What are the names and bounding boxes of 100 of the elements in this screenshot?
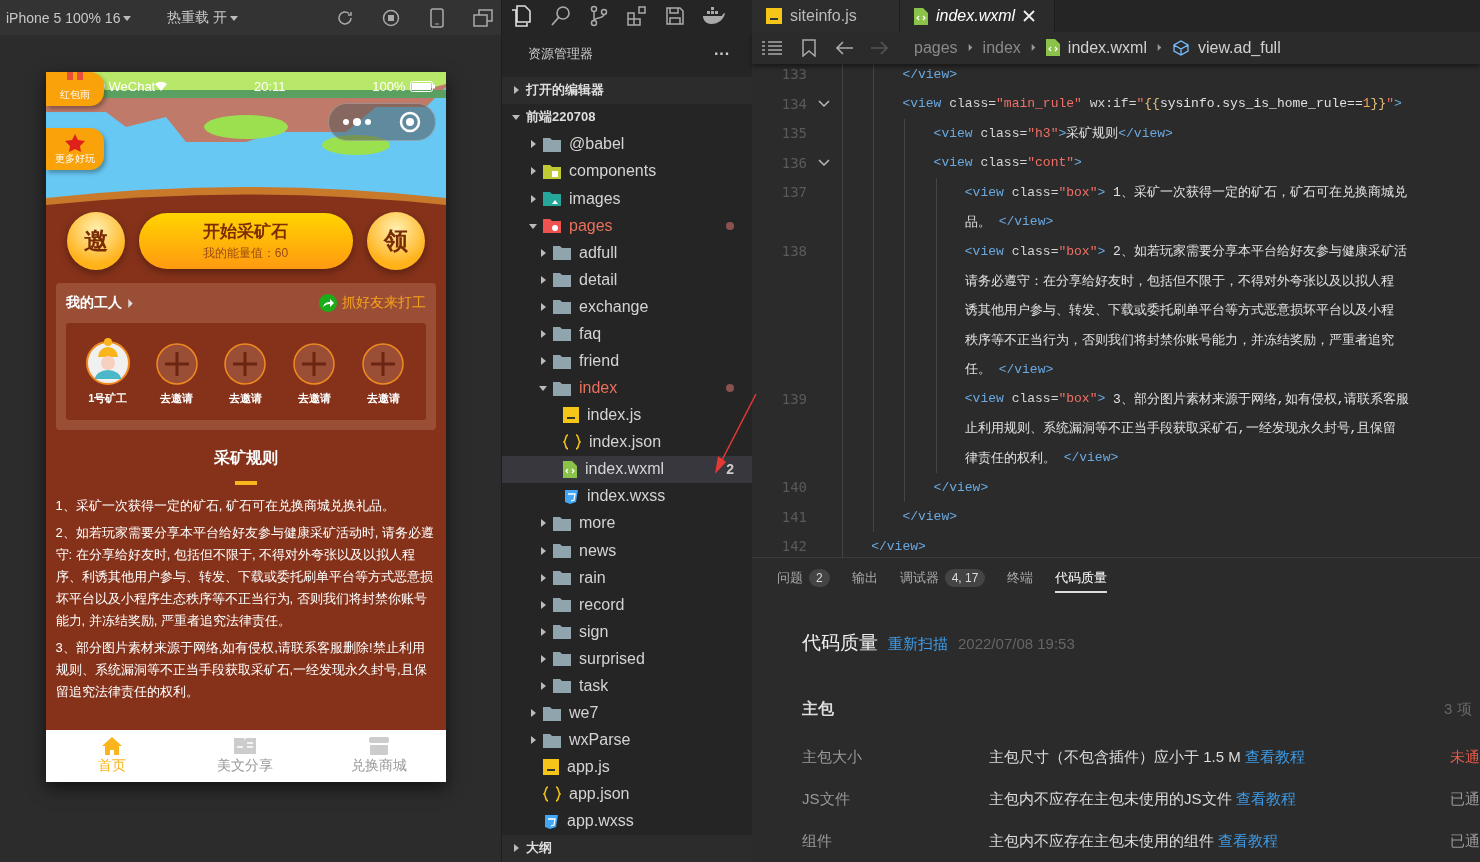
title-underline [234, 481, 257, 485]
file-tree-item[interactable]: adfull [502, 239, 752, 267]
bookmark-icon[interactable] [802, 38, 816, 57]
worker-slot[interactable]: 去邀请 [284, 337, 345, 406]
file-tree-item[interactable]: index.wxml 2 [502, 455, 752, 483]
check-status: 已通 [1450, 831, 1480, 851]
breadcrumb-item[interactable]: view.ad_full [1172, 38, 1281, 57]
section-header[interactable]: 大纲 [502, 834, 752, 862]
editor-tab[interactable]: siteinfo.js [752, 0, 900, 32]
breadcrumb-item[interactable]: index [982, 38, 1021, 57]
file-tree-item[interactable]: pages [502, 212, 752, 240]
file-tree-item[interactable]: news [502, 537, 752, 565]
carrier-text: WeChat [108, 78, 156, 94]
file-tree-item[interactable]: index.js [502, 401, 752, 429]
worker-slot[interactable]: 去邀请 [353, 337, 414, 406]
list-icon[interactable] [762, 40, 782, 55]
css-file-icon [563, 488, 579, 505]
rescan-link[interactable]: 重新扫描 [888, 635, 948, 654]
close-icon[interactable] [1023, 10, 1036, 22]
file-tree-item[interactable]: index.json [502, 428, 752, 456]
file-tree-item[interactable]: record [502, 591, 752, 619]
folder-icon [553, 570, 571, 586]
plus-circle-icon [362, 343, 405, 385]
tutorial-link[interactable]: 查看教程 [1218, 831, 1278, 851]
code-file-icon [914, 7, 928, 25]
panel-tab[interactable]: 代码质量 [1055, 561, 1108, 593]
panel-tab[interactable]: 输出 [851, 561, 878, 593]
start-mining-button[interactable]: 开始采矿石 我的能量值：60 [138, 212, 353, 269]
file-tree-item[interactable]: @babel [502, 130, 752, 158]
files-icon[interactable] [511, 4, 531, 27]
folder-icon [553, 543, 571, 559]
file-tree-item[interactable]: surprised [502, 645, 752, 673]
worker-slot[interactable]: 去邀请 [146, 337, 207, 406]
branch-icon[interactable] [589, 4, 609, 27]
file-tree-item[interactable]: app.json [502, 780, 752, 808]
file-tree-item[interactable]: wxParse [502, 726, 752, 754]
problem-count: 2 [726, 461, 734, 478]
more-dots-icon [342, 117, 372, 127]
capsule-menu[interactable] [327, 103, 436, 141]
search-icon[interactable] [550, 4, 572, 27]
file-tree-item[interactable]: index [502, 374, 752, 402]
caret-down-icon [230, 13, 239, 22]
detach-button[interactable] [472, 6, 495, 29]
file-tree-item[interactable]: app.js [502, 753, 752, 781]
code-line: <view class="main_rule" wx:if="{{sysinfo.sys_is_home_rule==1}}"> [840, 89, 1402, 119]
file-tree-item[interactable]: components [502, 157, 752, 185]
share-icon [318, 294, 337, 312]
back-arrow-icon[interactable] [836, 40, 854, 55]
caret-right-icon [512, 844, 520, 853]
fold-chevron-icon[interactable] [817, 99, 830, 108]
breadcrumb-item[interactable]: pages [914, 38, 958, 57]
plus-circle-icon [293, 343, 336, 385]
tutorial-link[interactable]: 查看教程 [1244, 747, 1305, 767]
file-tree-item[interactable]: app.wxss [502, 807, 752, 835]
file-tree-item[interactable]: task [502, 672, 752, 700]
folder-icon [543, 136, 561, 152]
worker-slot[interactable]: 1号矿工 [77, 337, 138, 406]
device-dropdown[interactable]: iPhone 5 100% 16 [6, 9, 132, 26]
editor-tab[interactable]: index.wxml [900, 0, 1055, 32]
braces-icon [543, 786, 561, 803]
file-tree-item[interactable]: friend [502, 347, 752, 375]
code-line: <view class="box"> 2、如若玩家需要分享本平台给好友参与健康采矿活 [840, 236, 1407, 266]
worker-slot[interactable]: 去邀请 [215, 337, 276, 406]
braces-icon [563, 434, 581, 451]
panel-tab[interactable]: 问题 2 [777, 561, 830, 593]
caret-right-icon [539, 546, 547, 555]
hot-reload-dropdown[interactable]: 热重载 开 [167, 8, 239, 27]
chevron-right-icon [1155, 43, 1164, 53]
code-line: 诱其他用户参与、转发、下载或委托刷单平台等方式恶意损坏平台以及小程 [840, 295, 1394, 325]
save-icon[interactable] [665, 5, 685, 26]
caret-right-icon [539, 248, 547, 257]
file-tree-item[interactable]: more [502, 509, 752, 538]
file-tree-item[interactable]: we7 [502, 699, 752, 727]
fold-chevron-icon[interactable] [817, 158, 830, 167]
invite-button[interactable]: 邀 [66, 211, 125, 270]
panel-title: 资源管理器 [528, 45, 593, 64]
claim-button[interactable]: 领 [366, 211, 425, 270]
file-tree-item[interactable]: faq [502, 320, 752, 348]
caret-right-icon [529, 140, 537, 149]
extensions-icon[interactable] [626, 4, 648, 27]
breadcrumb-item[interactable]: index.wxml [1045, 38, 1147, 57]
file-tree-item[interactable]: exchange [502, 293, 752, 321]
folder-icon [543, 732, 561, 748]
panel-tab[interactable]: 终端 [1007, 561, 1034, 593]
section-header[interactable]: 打开的编辑器 [502, 76, 752, 104]
file-tree-item[interactable]: rain [502, 564, 752, 592]
count-badge: 4, 17 [944, 569, 986, 587]
file-tree-item[interactable]: index.wxss [502, 482, 752, 510]
panel-tab[interactable]: 调试器 4, 17 [899, 561, 986, 593]
tutorial-link[interactable]: 查看教程 [1235, 789, 1296, 809]
check-name: JS文件 [802, 789, 851, 809]
whale-icon[interactable] [702, 6, 726, 25]
workers-link[interactable]: 我的工人 [65, 294, 136, 312]
more-button[interactable]: ··· [714, 45, 730, 64]
folder-icon [553, 380, 571, 396]
file-tree-item[interactable]: detail [502, 266, 752, 294]
file-tree-item[interactable]: sign [502, 618, 752, 646]
script-file-icon [766, 8, 782, 24]
file-tree-item[interactable]: images [502, 185, 752, 213]
caret-right-icon [539, 519, 547, 528]
